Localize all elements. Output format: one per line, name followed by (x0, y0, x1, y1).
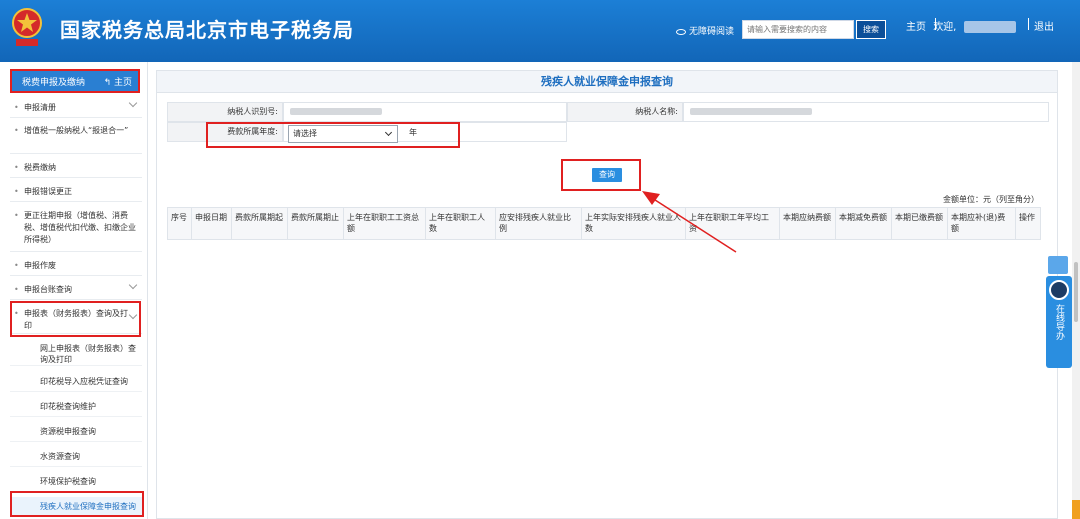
sidebar-subitem-water-resource[interactable]: 水资源查询 (10, 447, 142, 467)
chevron-down-icon (128, 280, 138, 290)
col-header: 上年实际安排残疾人就业人数 (582, 208, 686, 239)
online-guide-label: 在线导办 (1054, 304, 1064, 340)
eye-icon (676, 28, 686, 35)
sidebar-subitem-stamp-import[interactable]: 印花税导入应税凭证查询 (10, 372, 142, 392)
sidebar-subitem-environment-tax[interactable]: 环境保护税查询 (10, 472, 142, 492)
search-input[interactable] (742, 20, 854, 39)
sidebar-head-label: 税费申报及缴纳 (22, 78, 86, 88)
col-header: 本期应补(退)费额 (948, 208, 1016, 239)
sidebar-item-error-correction[interactable]: 申报错误更正 (10, 182, 142, 202)
sidebar-head[interactable]: 税费申报及缴纳 ↰ 主页 (10, 69, 140, 93)
sidebar-item-tax-payment[interactable]: 税费缴纳 (10, 158, 142, 178)
taxpayer-name-redacted (690, 108, 812, 115)
taxpayer-id-value (283, 102, 567, 122)
col-header: 上年在职职工人数 (426, 208, 496, 239)
top-nav: 主页 欢迎, (906, 18, 1020, 33)
highlight-box (10, 301, 141, 337)
sidebar-home-label: 主页 (113, 78, 132, 88)
sidebar-item-void[interactable]: 申报作废 (10, 256, 142, 276)
col-header: 费款所属期止 (288, 208, 344, 239)
highlight-box (206, 122, 460, 148)
accessibility-link[interactable]: 无障碍阅读 (676, 24, 734, 37)
main-panel: 残疾人就业保障金申报查询 纳税人识别号: 纳税人名称: 费款所属年度: 请选择 … (156, 70, 1058, 519)
taxpayer-name-label: 纳税人名称: (567, 102, 683, 122)
col-header: 序号 (168, 208, 192, 239)
page-title: 残疾人就业保障金申报查询 (157, 71, 1057, 93)
sidebar-item-label: 税费缴纳 (24, 163, 56, 172)
user-icon[interactable] (1048, 256, 1068, 274)
highlight-box (561, 159, 641, 191)
col-header: 本期应纳费额 (780, 208, 836, 239)
sidebar-item-past-correction[interactable]: 更正往期申报（增值税、消费税、增值税代扣代缴、扣缴企业所得税） (10, 208, 142, 252)
sidebar-item-label: 更正往期申报（增值税、消费税、增值税代扣代缴、扣缴企业所得税） (24, 211, 136, 244)
assistant-avatar-icon (1049, 280, 1069, 300)
sidebar-subitem-resource-tax[interactable]: 资源税申报查询 (10, 422, 142, 442)
sidebar-item-label: 申报错误更正 (24, 187, 72, 196)
col-header: 上年在职职工年平均工资 (686, 208, 780, 239)
sidebar-item-declaration-list[interactable]: 申报清册 (10, 98, 142, 118)
tax-emblem-icon (12, 8, 42, 46)
highlight-box (10, 491, 144, 517)
nav-separator (1028, 18, 1029, 30)
sidebar-item-label: 申报台账查询 (24, 285, 72, 294)
col-header: 申报日期 (192, 208, 232, 239)
sidebar-item-label: 增值税一般纳税人“报退合一” (24, 126, 129, 135)
sidebar-item-label: 申报作废 (24, 261, 56, 270)
nav-separator (935, 18, 936, 30)
taxpayer-id-label: 纳税人识别号: (167, 102, 283, 122)
sidebar-item-ledger-query[interactable]: 申报台账查询 (10, 280, 142, 300)
taxpayer-id-redacted (290, 108, 382, 115)
corner-marker (1072, 500, 1080, 519)
sidebar-subitem-stamp-maintain[interactable]: 印花税查询维护 (10, 397, 142, 417)
sidebar-item-label: 申报清册 (24, 103, 56, 112)
sidebar-home-link[interactable]: ↰ 主页 (104, 71, 132, 95)
result-table-header: 序号 申报日期 费款所属期起 费款所属期止 上年在职职工工资总额 上年在职职工人… (167, 207, 1041, 240)
col-header: 操作 (1019, 213, 1035, 222)
online-guide-button[interactable]: 在线导办 (1046, 276, 1072, 368)
nav-home-link[interactable]: 主页 (906, 22, 926, 33)
sidebar-subitem-online-report[interactable]: 网上申报表（财务报表）查询及打印 (10, 342, 142, 366)
welcome-text: 欢迎, (933, 22, 957, 33)
top-header: 国家税务总局北京市电子税务局 无障碍阅读 搜索 主页 欢迎, 退出 (0, 0, 1080, 62)
col-header: 上年在职职工工资总额 (344, 208, 426, 239)
amount-unit-note: 金额单位：元（列至角分） (943, 195, 1039, 204)
col-header: 费款所属期起 (232, 208, 288, 239)
user-name-redacted (963, 21, 1016, 33)
sidebar-item-vat-refund[interactable]: 增值税一般纳税人“报退合一” (10, 122, 142, 154)
col-header: 本期已缴费额 (892, 208, 948, 239)
chevron-down-icon (128, 98, 138, 108)
sidebar: 税费申报及缴纳 ↰ 主页 申报清册 增值税一般纳税人“报退合一” 税费缴纳 申报… (0, 62, 148, 519)
accessibility-label: 无障碍阅读 (689, 27, 735, 37)
taxpayer-name-value (683, 102, 1049, 122)
logout-link[interactable]: 退出 (1034, 18, 1054, 33)
site-title: 国家税务总局北京市电子税务局 (60, 18, 354, 42)
col-header: 应安排残疾人就业比例 (496, 208, 582, 239)
col-header: 本期减免费额 (836, 208, 892, 239)
search-button[interactable]: 搜索 (856, 20, 886, 39)
scrollbar-thumb[interactable] (1074, 262, 1078, 322)
